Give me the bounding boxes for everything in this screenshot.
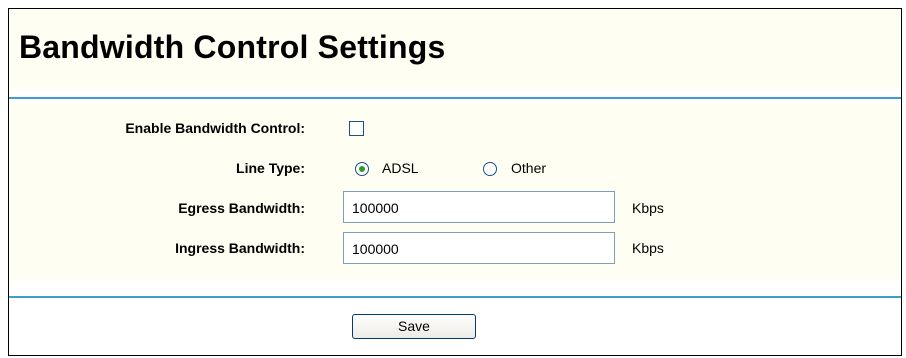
- line-type-other-radio[interactable]: [483, 162, 497, 176]
- ingress-bandwidth-label: Ingress Bandwidth:: [175, 240, 305, 256]
- radio-selected-dot: [359, 166, 365, 172]
- ingress-bandwidth-input[interactable]: 100000: [343, 232, 615, 264]
- save-button[interactable]: Save: [352, 314, 476, 339]
- egress-bandwidth-label: Egress Bandwidth:: [178, 200, 305, 216]
- egress-unit: Kbps: [632, 200, 664, 216]
- enable-bandwidth-label: Enable Bandwidth Control:: [125, 120, 305, 136]
- settings-panel: Bandwidth Control Settings Enable Bandwi…: [8, 8, 902, 356]
- top-divider: [9, 97, 901, 99]
- line-type-adsl-radio[interactable]: [355, 162, 369, 176]
- bottom-divider: [9, 296, 901, 298]
- line-type-other-label: Other: [511, 160, 547, 176]
- title-band: Bandwidth Control Settings: [9, 9, 901, 89]
- line-type-adsl-label: ADSL: [382, 160, 419, 176]
- line-type-label: Line Type:: [236, 160, 305, 176]
- page-title: Bandwidth Control Settings: [19, 29, 446, 65]
- ingress-unit: Kbps: [632, 240, 664, 256]
- enable-bandwidth-checkbox[interactable]: [349, 121, 364, 136]
- egress-bandwidth-input[interactable]: 100000: [343, 191, 615, 223]
